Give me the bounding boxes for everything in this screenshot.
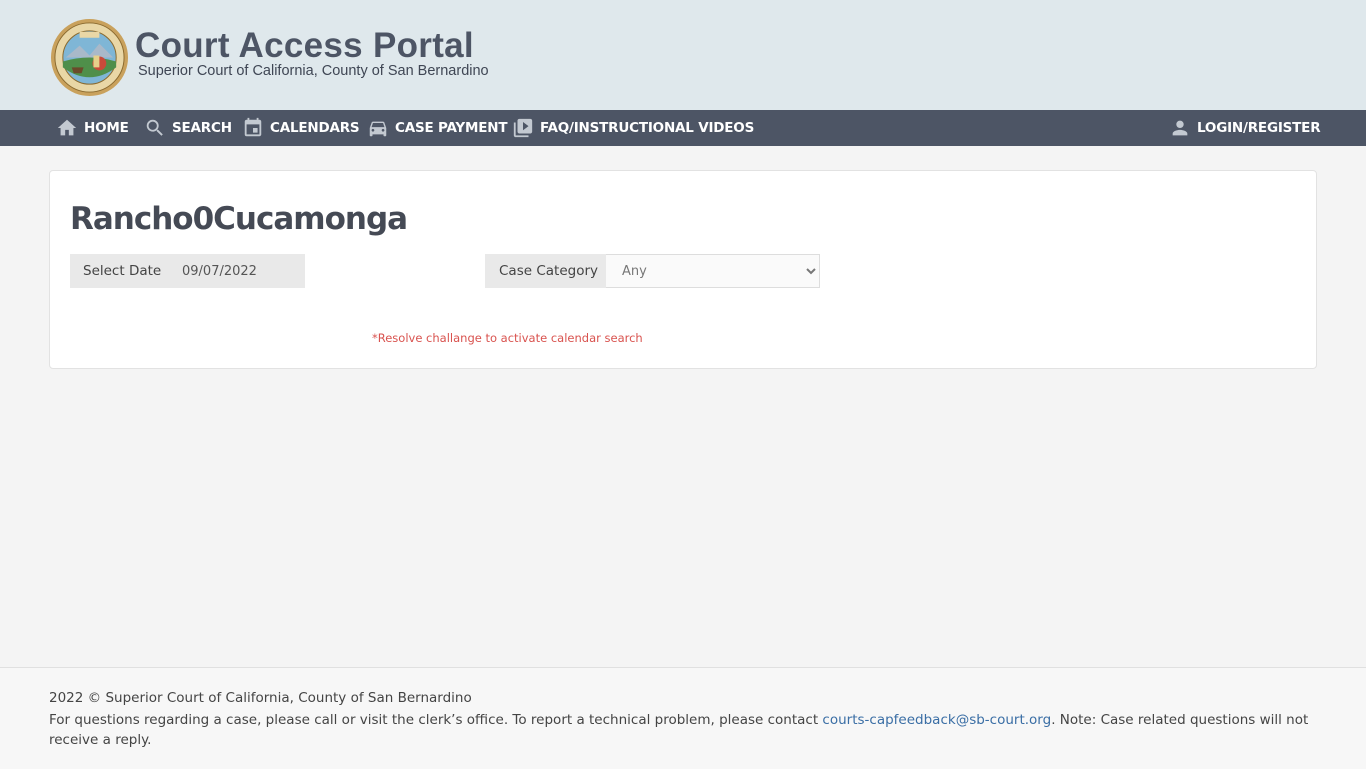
site-header: Court Access Portal Superior Court of Ca… <box>0 0 1366 110</box>
footer-notice: For questions regarding a case, please c… <box>49 710 1319 750</box>
site-footer: 2022 © Superior Court of California, Cou… <box>0 667 1366 769</box>
portal-title: Court Access Portal <box>135 26 474 65</box>
nav-faq-videos[interactable]: FAQ/INSTRUCTIONAL VIDEOS <box>512 110 754 146</box>
main-navbar: HOME SEARCH CALENDARS CASE PAYMENT FAQ/I… <box>0 110 1366 146</box>
footer-notice-before: For questions regarding a case, please c… <box>49 712 823 728</box>
select-date-label: Select Date <box>83 263 162 279</box>
nav-home[interactable]: HOME <box>56 110 129 146</box>
court-seal-logo[interactable] <box>50 18 129 97</box>
home-icon <box>57 119 77 136</box>
nav-calendars[interactable]: CALENDARS <box>242 110 360 146</box>
nav-case-payment-label: CASE PAYMENT <box>395 120 508 136</box>
search-icon <box>146 119 163 136</box>
nav-calendars-label: CALENDARS <box>270 120 360 136</box>
nav-login-register-label: LOGIN/REGISTER <box>1197 120 1321 136</box>
case-category-select[interactable]: Any <box>606 254 820 288</box>
date-input[interactable] <box>170 256 302 286</box>
location-title: Rancho0Cucamonga <box>70 201 408 237</box>
car-icon <box>369 121 387 137</box>
nav-search-label: SEARCH <box>172 120 232 136</box>
portal-subtitle: Superior Court of California, County of … <box>138 63 489 79</box>
nav-faq-videos-label: FAQ/INSTRUCTIONAL VIDEOS <box>540 120 755 136</box>
case-category-label: Case Category <box>485 254 606 288</box>
nav-search[interactable]: SEARCH <box>144 110 232 146</box>
person-icon <box>1172 120 1188 136</box>
select-date-group: Select Date <box>70 254 305 288</box>
nav-home-label: HOME <box>84 120 129 136</box>
nav-login-register[interactable]: LOGIN/REGISTER <box>1169 110 1321 146</box>
feedback-email-link[interactable]: courts-capfeedback@sb-court.org <box>822 712 1051 728</box>
captcha-warning-text: *Resolve challange to activate calendar … <box>372 331 643 345</box>
video-library-icon <box>513 118 533 138</box>
nav-case-payment[interactable]: CASE PAYMENT <box>367 110 508 146</box>
calendar-search-card: Rancho0Cucamonga Select Date Case Catego… <box>49 170 1317 369</box>
calendar-icon <box>244 117 262 137</box>
case-category-group: Case Category Any <box>485 254 820 288</box>
footer-copyright: 2022 © Superior Court of California, Cou… <box>49 690 472 706</box>
